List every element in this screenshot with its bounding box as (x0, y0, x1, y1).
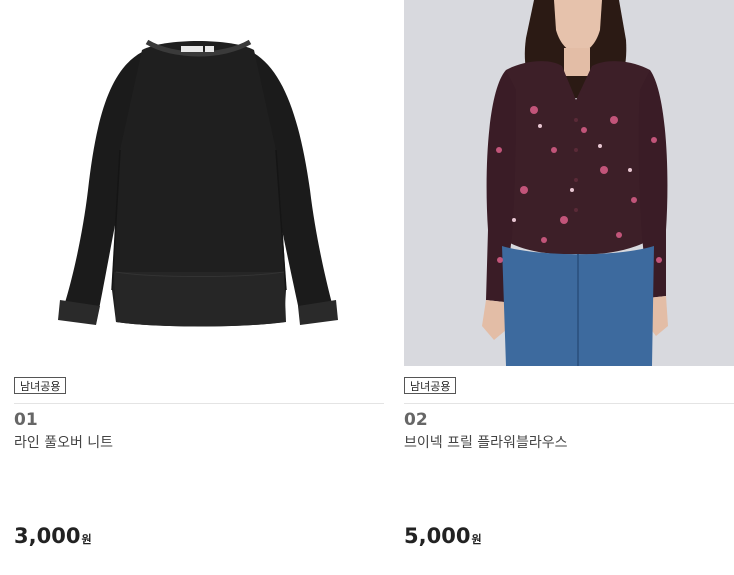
product-image[interactable] (404, 0, 734, 366)
product-price: 5,000원 (404, 524, 482, 548)
price-currency: 원 (471, 533, 482, 546)
product-number: 01 (14, 410, 38, 430)
price-currency: 원 (81, 533, 92, 546)
divider (14, 403, 384, 404)
product-price: 3,000원 (14, 524, 92, 548)
price-amount: 3,000 (14, 524, 81, 548)
product-grid: 남녀공용 01 라인 풀오버 니트 3,000원 남녀공용 02 브이넥 프릴 … (0, 0, 734, 575)
divider (404, 403, 734, 404)
floral-blouse-model-image (404, 0, 734, 366)
product-card[interactable]: 남녀공용 01 라인 풀오버 니트 3,000원 (14, 0, 384, 575)
unisex-badge: 남녀공용 (404, 377, 457, 394)
product-name[interactable]: 라인 풀오버 니트 (14, 432, 113, 452)
product-image[interactable] (14, 0, 384, 366)
product-name[interactable]: 브이넥 프릴 플라워블라우스 (404, 432, 567, 452)
product-number: 02 (404, 410, 428, 430)
black-sweater-image (58, 39, 338, 327)
price-amount: 5,000 (404, 524, 471, 548)
unisex-badge: 남녀공용 (14, 377, 67, 394)
product-card[interactable]: 남녀공용 02 브이넥 프릴 플라워블라우스 5,000원 (404, 0, 734, 575)
